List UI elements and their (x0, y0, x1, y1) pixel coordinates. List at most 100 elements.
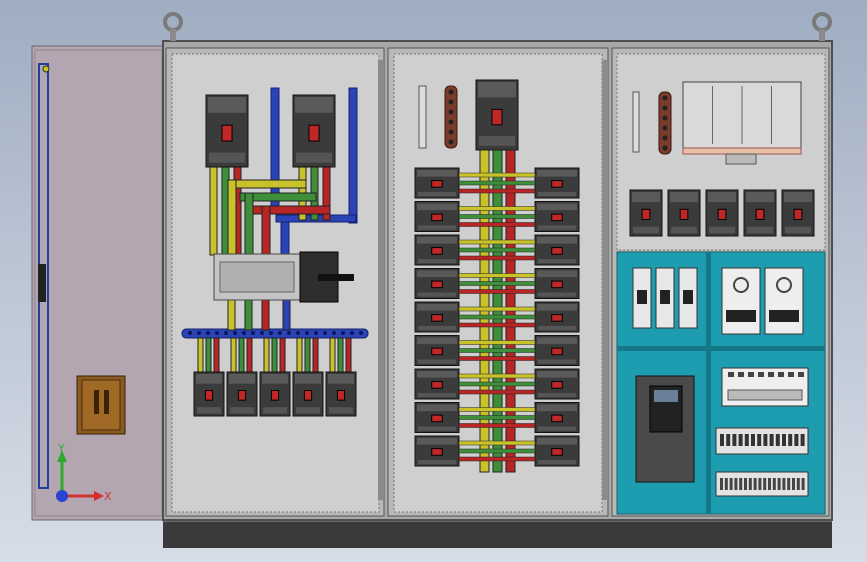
bolt (233, 331, 237, 335)
bolt (251, 331, 255, 335)
breaker-top (295, 97, 333, 113)
plc-led (738, 372, 744, 377)
bolt (662, 95, 668, 101)
breaker-top (262, 374, 288, 384)
breaker-toggle (431, 381, 443, 389)
terminal (720, 478, 723, 490)
breaker-bottom (538, 393, 576, 398)
plc-led (778, 372, 784, 377)
breaker-top (417, 371, 457, 378)
terminal-strip (418, 85, 427, 149)
breaker-top (537, 371, 577, 378)
feeder-link (458, 373, 536, 379)
feeder-breaker-right (534, 335, 580, 366)
document-pocket (76, 375, 126, 435)
bolt (341, 331, 345, 335)
breaker-bottom (671, 226, 697, 234)
breaker-bottom (538, 292, 576, 297)
breaker-toggle (641, 208, 651, 220)
bolt (296, 331, 300, 335)
plc-led (748, 372, 754, 377)
breaker-bottom (418, 259, 456, 264)
feeder-link (458, 456, 536, 462)
axis-y-label: Y (57, 442, 65, 455)
riser (312, 337, 319, 374)
breaker-toggle (431, 280, 443, 289)
outgoing-breaker (259, 371, 291, 417)
feeder-breaker-left (414, 335, 460, 366)
terminal (726, 434, 731, 446)
breaker-toggle (755, 208, 765, 220)
breaker-top (417, 237, 457, 244)
feeder-link (458, 314, 536, 320)
feeder-link (458, 247, 536, 253)
outgoing-breaker (193, 371, 225, 417)
breaker-toggle (551, 347, 563, 356)
busbar-neutral (348, 87, 358, 224)
breaker-bottom (538, 225, 576, 230)
breaker-bottom (418, 225, 456, 230)
right-breaker (781, 189, 815, 237)
feeder-breaker-left (414, 201, 460, 232)
breaker-bottom (329, 407, 353, 414)
breaker-toggle (551, 448, 563, 456)
breaker-top (417, 270, 457, 278)
terminal (792, 478, 795, 490)
main-breaker-2 (292, 94, 336, 168)
terminal (782, 434, 786, 446)
terminal (720, 434, 724, 446)
bolt (260, 331, 264, 335)
psu-terminal (769, 310, 799, 322)
busbar-phase (261, 205, 271, 256)
outgoing-breaker (292, 371, 324, 417)
plc-led (798, 372, 804, 377)
breaker-bottom (538, 426, 576, 431)
breaker-bottom (538, 192, 576, 197)
bolt (448, 129, 454, 135)
fan-base (682, 147, 802, 155)
bolt (332, 331, 336, 335)
bolt (323, 331, 327, 335)
terminal (729, 478, 733, 490)
feeder-breaker-right (534, 201, 580, 232)
breaker-bottom (479, 136, 515, 146)
feeder-breaker-left (414, 368, 460, 400)
breaker-bottom (709, 226, 735, 234)
breaker-top (784, 192, 812, 203)
bolt (448, 119, 454, 125)
bolt (197, 331, 201, 335)
feeder-breaker-right (534, 268, 580, 299)
busbar-phase (227, 179, 307, 189)
door-handle (38, 264, 46, 302)
breaker-top (229, 374, 255, 384)
breaker-bottom (538, 326, 576, 331)
terminal (782, 478, 786, 490)
feeder-link (458, 356, 536, 361)
breaker-bottom (418, 192, 456, 197)
bolt (448, 139, 454, 145)
feeder-breaker-right (534, 167, 580, 199)
bolt (350, 331, 354, 335)
feeder-breaker-left (414, 301, 460, 333)
breaker-toggle (551, 213, 563, 222)
feeder-link (458, 180, 536, 186)
breaker-top (537, 438, 577, 445)
breaker-toggle (431, 314, 443, 322)
feeder-link (458, 206, 536, 211)
riser (279, 337, 286, 374)
breaker-toggle (679, 208, 689, 220)
riser (337, 337, 344, 374)
breaker-top (417, 337, 457, 345)
feeder-breaker-left (414, 268, 460, 299)
riser (263, 337, 270, 374)
breaker-top (537, 304, 577, 311)
breaker-top (537, 404, 577, 412)
breaker-top (196, 374, 222, 384)
breaker-toggle (431, 247, 443, 255)
breaker-toggle (793, 208, 803, 220)
terminal (772, 478, 776, 490)
breaker-toggle (431, 213, 443, 222)
riser (261, 299, 270, 331)
incoming-breaker (475, 79, 519, 151)
busbar-phase (209, 164, 218, 256)
